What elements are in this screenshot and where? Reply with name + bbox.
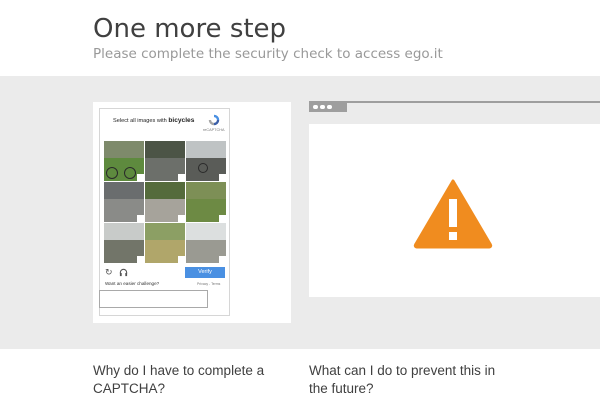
window-dot-icon	[327, 104, 332, 109]
captcha-tile-9[interactable]	[186, 223, 226, 263]
captcha-tile-6[interactable]	[186, 182, 226, 222]
browser-address-bar	[347, 103, 600, 112]
verify-button[interactable]: Verify	[185, 267, 225, 278]
page-subtitle: Please complete the security check to ac…	[93, 46, 443, 62]
captcha-tile-4[interactable]	[104, 182, 144, 222]
page-header: One more step Please complete the securi…	[0, 0, 600, 76]
recaptcha-logo-icon	[208, 114, 220, 126]
captcha-tile-8[interactable]	[145, 223, 185, 263]
captcha-container: Select all images with bicycles reCAPTCH…	[93, 102, 291, 323]
captcha-response-field[interactable]	[99, 290, 208, 308]
captcha-tile-1[interactable]	[104, 141, 144, 181]
warning-icon	[413, 179, 493, 249]
browser-content	[309, 124, 600, 297]
captcha-frame: Select all images with bicycles reCAPTCH…	[99, 108, 230, 316]
easier-challenge-link[interactable]: Want an easier challenge?	[105, 281, 159, 286]
window-dot-icon	[313, 104, 318, 109]
captcha-tile-7[interactable]	[104, 223, 144, 263]
captcha-tile-3[interactable]	[186, 141, 226, 181]
faq-question-why: Why do I have to complete a CAPTCHA?	[93, 363, 265, 396]
faq-question-prevent: What can I do to prevent this in the fut…	[309, 363, 496, 396]
captcha-instruction-prefix: Select all images with	[113, 118, 167, 124]
window-dot-icon	[320, 104, 325, 109]
headphones-icon[interactable]	[119, 268, 128, 277]
reload-icon[interactable]: ↻	[105, 268, 113, 278]
browser-illustration	[309, 101, 600, 297]
page-title: One more step	[93, 14, 287, 44]
captcha-tile-5[interactable]	[145, 182, 185, 222]
privacy-terms-link[interactable]: Privacy - Terms	[197, 282, 220, 286]
captcha-image-grid	[104, 141, 226, 263]
captcha-controls: ↻ Verify Want an easier challenge? Priva…	[104, 267, 228, 287]
captcha-instruction-target: bicycles	[168, 117, 195, 124]
captcha-tile-2[interactable]	[145, 141, 185, 181]
captcha-instruction: Select all images with bicycles	[113, 117, 194, 124]
recaptcha-brand: reCAPTCHA	[203, 128, 225, 132]
